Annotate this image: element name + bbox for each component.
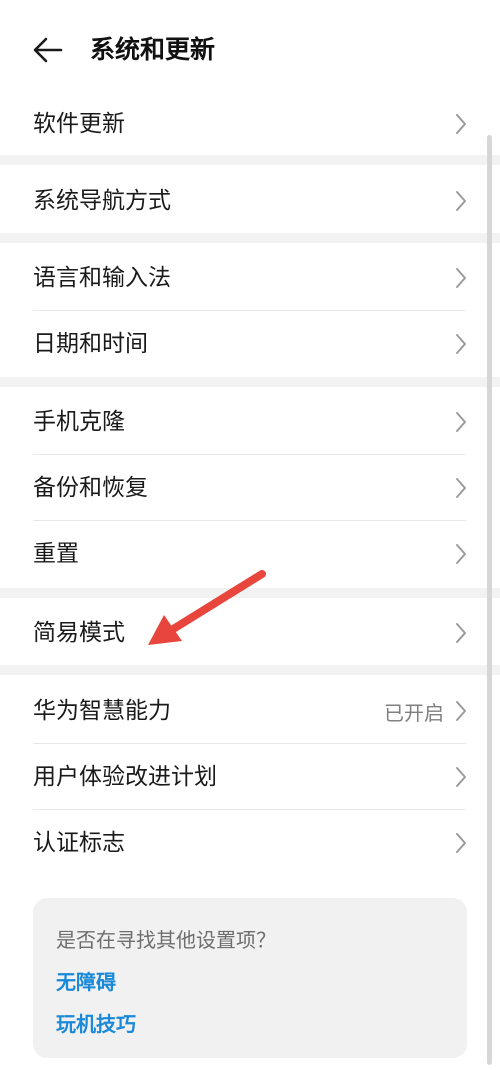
settings-item-label: 系统导航方式 — [33, 188, 171, 214]
settings-item-label: 重置 — [33, 541, 79, 567]
settings-item-huawei-smart[interactable]: 华为智慧能力 已开启 — [0, 678, 500, 744]
settings-item-label: 手机克隆 — [33, 409, 125, 435]
chevron-right-icon — [456, 412, 466, 432]
link-tips[interactable]: 玩机技巧 — [56, 1008, 136, 1037]
scrollbar[interactable] — [487, 135, 492, 1065]
chevron-right-icon — [456, 191, 466, 211]
chevron-right-icon — [456, 701, 466, 721]
settings-group-navigation: 系统导航方式 — [0, 168, 500, 234]
settings-item-user-experience[interactable]: 用户体验改进计划 — [0, 744, 500, 810]
suggestions-question: 是否在寻找其他设置项？ — [56, 928, 276, 952]
group-separator — [0, 665, 500, 675]
chevron-right-icon — [456, 334, 466, 354]
page-title: 系统和更新 — [90, 35, 216, 64]
group-separator — [0, 233, 500, 243]
settings-item-software-update[interactable]: 软件更新 — [0, 91, 500, 157]
settings-group-update: 软件更新 — [0, 91, 500, 157]
settings-item-label: 简易模式 — [33, 620, 125, 646]
settings-item-certification[interactable]: 认证标志 — [0, 810, 500, 876]
back-button[interactable] — [30, 32, 66, 68]
settings-item-label: 软件更新 — [33, 111, 125, 137]
settings-item-date-time[interactable]: 日期和时间 — [0, 311, 500, 377]
settings-item-label: 日期和时间 — [33, 331, 148, 357]
chevron-right-icon — [456, 114, 466, 134]
settings-item-label: 备份和恢复 — [33, 475, 148, 501]
annotation-arrow-icon — [148, 570, 266, 645]
chevron-right-icon — [456, 833, 466, 853]
arrow-left-icon — [33, 37, 63, 63]
app-header: 系统和更新 — [0, 0, 500, 100]
chevron-right-icon — [456, 478, 466, 498]
status-value: 已开启 — [384, 700, 444, 725]
chevron-right-icon — [456, 623, 466, 643]
settings-item-language-input[interactable]: 语言和输入法 — [0, 245, 500, 311]
settings-item-phone-clone[interactable]: 手机克隆 — [0, 389, 500, 455]
settings-group-backup: 手机克隆 备份和恢复 重置 — [0, 389, 500, 587]
settings-item-label: 语言和输入法 — [33, 265, 171, 291]
link-accessibility[interactable]: 无障碍 — [56, 966, 116, 995]
group-separator — [0, 155, 500, 165]
settings-group-smart: 华为智慧能力 已开启 用户体验改进计划 认证标志 — [0, 678, 500, 876]
settings-item-label: 华为智慧能力 — [33, 698, 171, 724]
settings-item-label: 认证标志 — [33, 830, 125, 856]
settings-group-language-time: 语言和输入法 日期和时间 — [0, 245, 500, 377]
settings-item-label: 用户体验改进计划 — [33, 764, 217, 790]
suggestions-card: 是否在寻找其他设置项？ 无障碍 玩机技巧 — [33, 898, 467, 1058]
chevron-right-icon — [456, 268, 466, 288]
settings-item-system-navigation[interactable]: 系统导航方式 — [0, 168, 500, 234]
chevron-right-icon — [456, 767, 466, 787]
group-separator — [0, 377, 500, 387]
chevron-right-icon — [456, 544, 466, 564]
settings-item-backup-restore[interactable]: 备份和恢复 — [0, 455, 500, 521]
